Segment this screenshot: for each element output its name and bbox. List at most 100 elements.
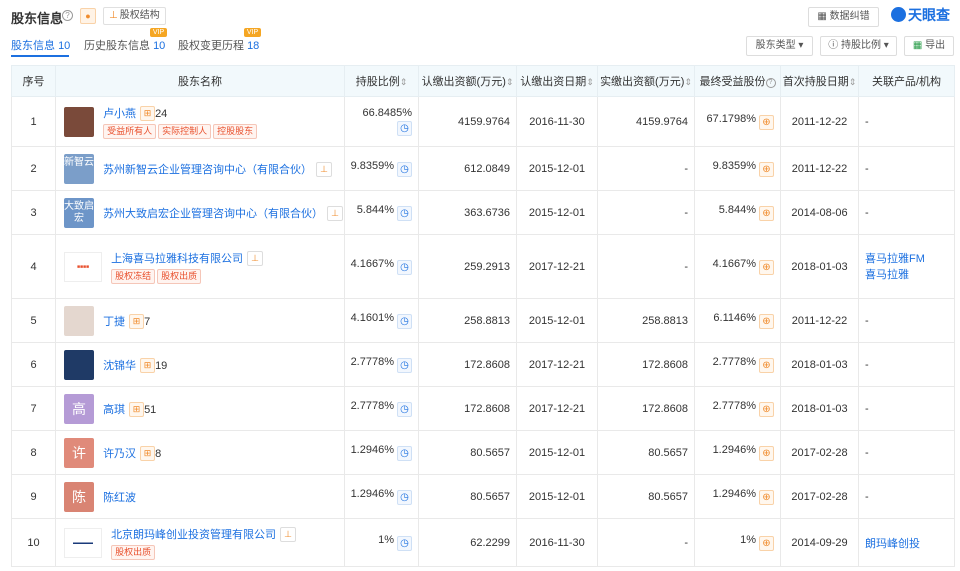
path-icon[interactable]: ⊕ [759,402,774,417]
sort-icon[interactable]: ⇕ [506,77,514,87]
tag-beneficiary[interactable]: 受益所有人 [103,123,157,139]
col-header-sub-date[interactable]: 认缴出资日期⇕ [516,65,598,97]
related-link[interactable]: 喜马拉雅FM [865,253,925,265]
benefit-value: 1.2946% [712,444,756,456]
sort-icon[interactable]: ⇕ [849,77,857,87]
structure-icon[interactable]: ⊥ [280,526,296,542]
report-error-button[interactable]: ▦ 数据纠错 [808,7,879,27]
clock-icon[interactable]: ◷ [397,536,412,551]
clock-icon[interactable]: ◷ [397,358,412,373]
shareholder-name-link[interactable]: 苏州新智云企业管理咨询中心（有限合伙） [103,164,312,176]
tag-equity-pledge[interactable]: 股权出质 [111,544,156,560]
avatar[interactable] [64,305,94,336]
header-bar: 股东信息 ? ● ⊥ 股权结构 ▦ 数据纠错 天眼查 股东信息 10 历史股东信息… [0,0,960,60]
benefit-value: 4.1667% [712,258,756,270]
clock-icon[interactable]: ◷ [397,162,412,177]
path-icon[interactable]: ⊕ [759,115,774,130]
shareholder-name-link[interactable]: 北京朗玛峰创业投资管理有限公司 [111,529,276,541]
help-icon[interactable]: ? [765,78,776,88]
related-link[interactable]: 朗玛峰创投 [865,538,920,550]
benefit-value: 2.7778% [712,356,756,368]
tag-equity-frozen[interactable]: 股权冻结 [111,268,156,284]
related-value: - [858,96,955,147]
path-icon[interactable]: ⊕ [759,314,774,329]
clock-icon[interactable]: ◷ [397,314,412,329]
path-icon[interactable]: ⊕ [759,162,774,177]
export-button[interactable]: ▦ 导出 [904,36,954,56]
clock-icon[interactable]: ◷ [397,402,412,417]
tab-equity-changes[interactable]: 股权变更历程 18 [178,37,259,53]
relation-icon[interactable]: ⊞ [129,313,145,329]
shareholder-name-link[interactable]: 陈红波 [103,492,136,504]
tag-equity-pledge[interactable]: 股权出质 [157,268,202,284]
sort-icon[interactable]: ⇕ [586,77,594,87]
path-icon[interactable]: ⊕ [759,358,774,373]
tab-history-shareholders[interactable]: 历史股东信息 10 [84,37,165,53]
avatar[interactable] [64,349,94,380]
company-logo[interactable]: ■■■■ [64,251,102,282]
avatar[interactable]: 新智云 [64,153,94,184]
path-icon[interactable]: ⊕ [759,536,774,551]
avatar[interactable]: 许 [64,437,94,468]
path-icon[interactable]: ⊕ [759,260,774,275]
bell-icon[interactable]: ● [80,8,96,24]
col-header-paid[interactable]: 实缴出资额(万元)⇕ [597,65,695,97]
clock-icon[interactable]: ◷ [397,121,412,136]
table-row: 10 ▬▬▬▬ 北京朗玛峰创业投资管理有限公司 ⊥ 股权出质 1% ◷ 62.229… [11,518,955,567]
path-icon[interactable]: ⊕ [759,490,774,505]
shareholder-type-dropdown[interactable]: 股东类型 ▾ [746,36,813,56]
sort-icon[interactable]: ⇕ [684,77,692,87]
col-header-label: 序号 [22,76,45,88]
ratio-cell: 9.8359% ◷ [344,146,419,191]
structure-icon[interactable]: ⊥ [316,161,332,177]
col-header-label: 最终受益股份 [699,76,766,88]
paid-value: 258.8813 [597,298,695,343]
row-index: 10 [11,518,56,567]
first-date-value: 2014-09-29 [780,518,859,567]
col-header-first-date[interactable]: 首次持股日期⇕ [780,65,859,97]
col-header-ratio[interactable]: 持股比例⇕ [344,65,419,97]
row-index: 2 [11,146,56,191]
dropdown-label: 股东类型 [755,40,796,51]
avatar[interactable] [64,106,94,137]
sort-icon[interactable]: ⇕ [400,77,408,87]
clock-icon[interactable]: ◷ [397,490,412,505]
equity-structure-button[interactable]: ⊥ 股权结构 [103,7,166,25]
shareholder-name-link[interactable]: 卢小燕 [103,108,136,120]
structure-icon[interactable]: ⊥ [247,250,263,266]
tag-actual-controller[interactable]: 实际控制人 [158,123,212,139]
path-icon[interactable]: ⊕ [759,446,774,461]
shareholder-name-link[interactable]: 高琪 [103,404,125,416]
table-row: 1 卢小燕 ⊞ 24 受益所有人 实际控制人 控股股东 66.8485% ◷ 4159.9… [11,96,955,147]
path-icon[interactable]: ⊕ [759,206,774,221]
structure-icon[interactable]: ⊥ [327,205,343,221]
relation-icon[interactable]: ⊞ [140,445,156,461]
relation-icon[interactable]: ⊞ [140,105,156,121]
tab-shareholders[interactable]: 股东信息 10 [11,37,70,53]
related-value: - [858,342,955,387]
related-link[interactable]: 喜马拉雅 [865,269,909,281]
shareholder-name-link[interactable]: 沈锦华 [103,360,136,372]
info-icon[interactable]: ? [62,10,73,21]
ratio-value: 1% [378,534,394,546]
clock-icon[interactable]: ◷ [397,206,412,221]
relation-icon[interactable]: ⊞ [140,357,156,373]
relation-icon[interactable]: ⊞ [129,401,145,417]
shareholder-name-link[interactable]: 许乃汉 [103,448,136,460]
shareholder-name-link[interactable]: 苏州大致启宏企业管理咨询中心（有限合伙） [103,208,323,220]
related-value: - [858,190,955,235]
shareholder-name-link[interactable]: 丁捷 [103,316,125,328]
subscribed-value: 258.8813 [418,298,517,343]
help-icon: ⓘ [828,40,839,51]
tag-controlling-shareholder[interactable]: 控股股东 [213,123,258,139]
clock-icon[interactable]: ◷ [397,260,412,275]
avatar[interactable]: 高 [64,393,94,424]
clock-icon[interactable]: ◷ [397,446,412,461]
shareholder-name-link[interactable]: 上海喜马拉雅科技有限公司 [111,253,243,265]
holding-ratio-dropdown[interactable]: ⓘ 持股比例 ▾ [820,36,897,56]
company-logo[interactable]: ▬▬▬▬ [64,527,102,558]
avatar[interactable]: 陈 [64,481,94,512]
col-header-subscribed[interactable]: 认缴出资额(万元)⇕ [418,65,517,97]
name-wrap: 陈红波 [103,489,136,505]
avatar[interactable]: 大致启宏 [64,197,94,228]
